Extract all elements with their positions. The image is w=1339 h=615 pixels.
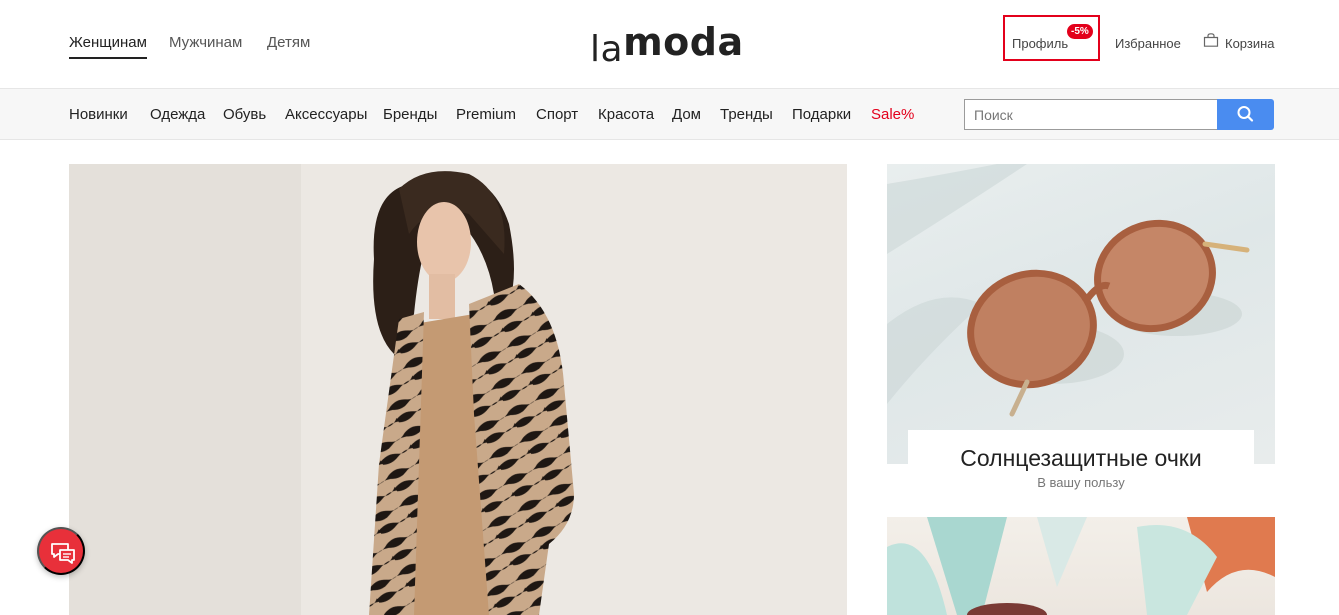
category-premium[interactable]: Premium (456, 106, 516, 123)
profile-link[interactable]: Профиль (1012, 36, 1068, 51)
chat-button[interactable] (37, 527, 85, 575)
search-button[interactable] (1217, 99, 1274, 130)
tab-women[interactable]: Женщинам (69, 34, 147, 59)
category-gifts[interactable]: Подарки (792, 106, 851, 123)
site-logo[interactable]: lamoda (590, 20, 744, 70)
logo-part-la: la (590, 29, 624, 70)
hero-model-image (69, 164, 847, 615)
hero-banner[interactable] (69, 164, 847, 615)
category-new[interactable]: Новинки (69, 106, 128, 123)
category-sale[interactable]: Sale% (871, 106, 914, 123)
cart-link[interactable]: Корзина (1225, 36, 1275, 51)
promo-card-second[interactable] (887, 517, 1275, 615)
sunglasses-image (887, 164, 1250, 417)
category-nav: Новинки Одежда Обувь Аксессуары Бренды P… (0, 88, 1339, 140)
search-input[interactable] (964, 99, 1218, 130)
promo-card-second-image (887, 517, 1275, 615)
promo-card-sunglasses[interactable] (887, 164, 1275, 464)
chat-bubbles-icon (51, 543, 75, 564)
category-beauty[interactable]: Красота (598, 106, 654, 123)
tab-men[interactable]: Мужчинам (169, 34, 242, 51)
category-home[interactable]: Дом (672, 106, 701, 123)
promo-card-caption: Солнцезащитные очки В вашу пользу (908, 430, 1254, 500)
favorites-link[interactable]: Избранное (1115, 36, 1181, 51)
promo-card-title[interactable]: Солнцезащитные очки (908, 445, 1254, 472)
site-header: Женщинам Мужчинам Детям lamoda Профиль -… (0, 0, 1339, 88)
magnifier-icon (1237, 106, 1254, 122)
shopping-bag-icon[interactable] (1203, 33, 1219, 47)
category-brands[interactable]: Бренды (383, 106, 437, 123)
category-sport[interactable]: Спорт (536, 106, 578, 123)
tab-kids[interactable]: Детям (267, 34, 310, 51)
category-accessories[interactable]: Аксессуары (285, 106, 367, 123)
logo-part-moda: moda (623, 20, 744, 64)
category-clothing[interactable]: Одежда (150, 106, 205, 123)
category-trends[interactable]: Тренды (720, 106, 773, 123)
discount-badge: -5% (1067, 24, 1093, 39)
promo-card-subtitle: В вашу пользу (1037, 475, 1125, 490)
category-shoes[interactable]: Обувь (223, 106, 266, 123)
